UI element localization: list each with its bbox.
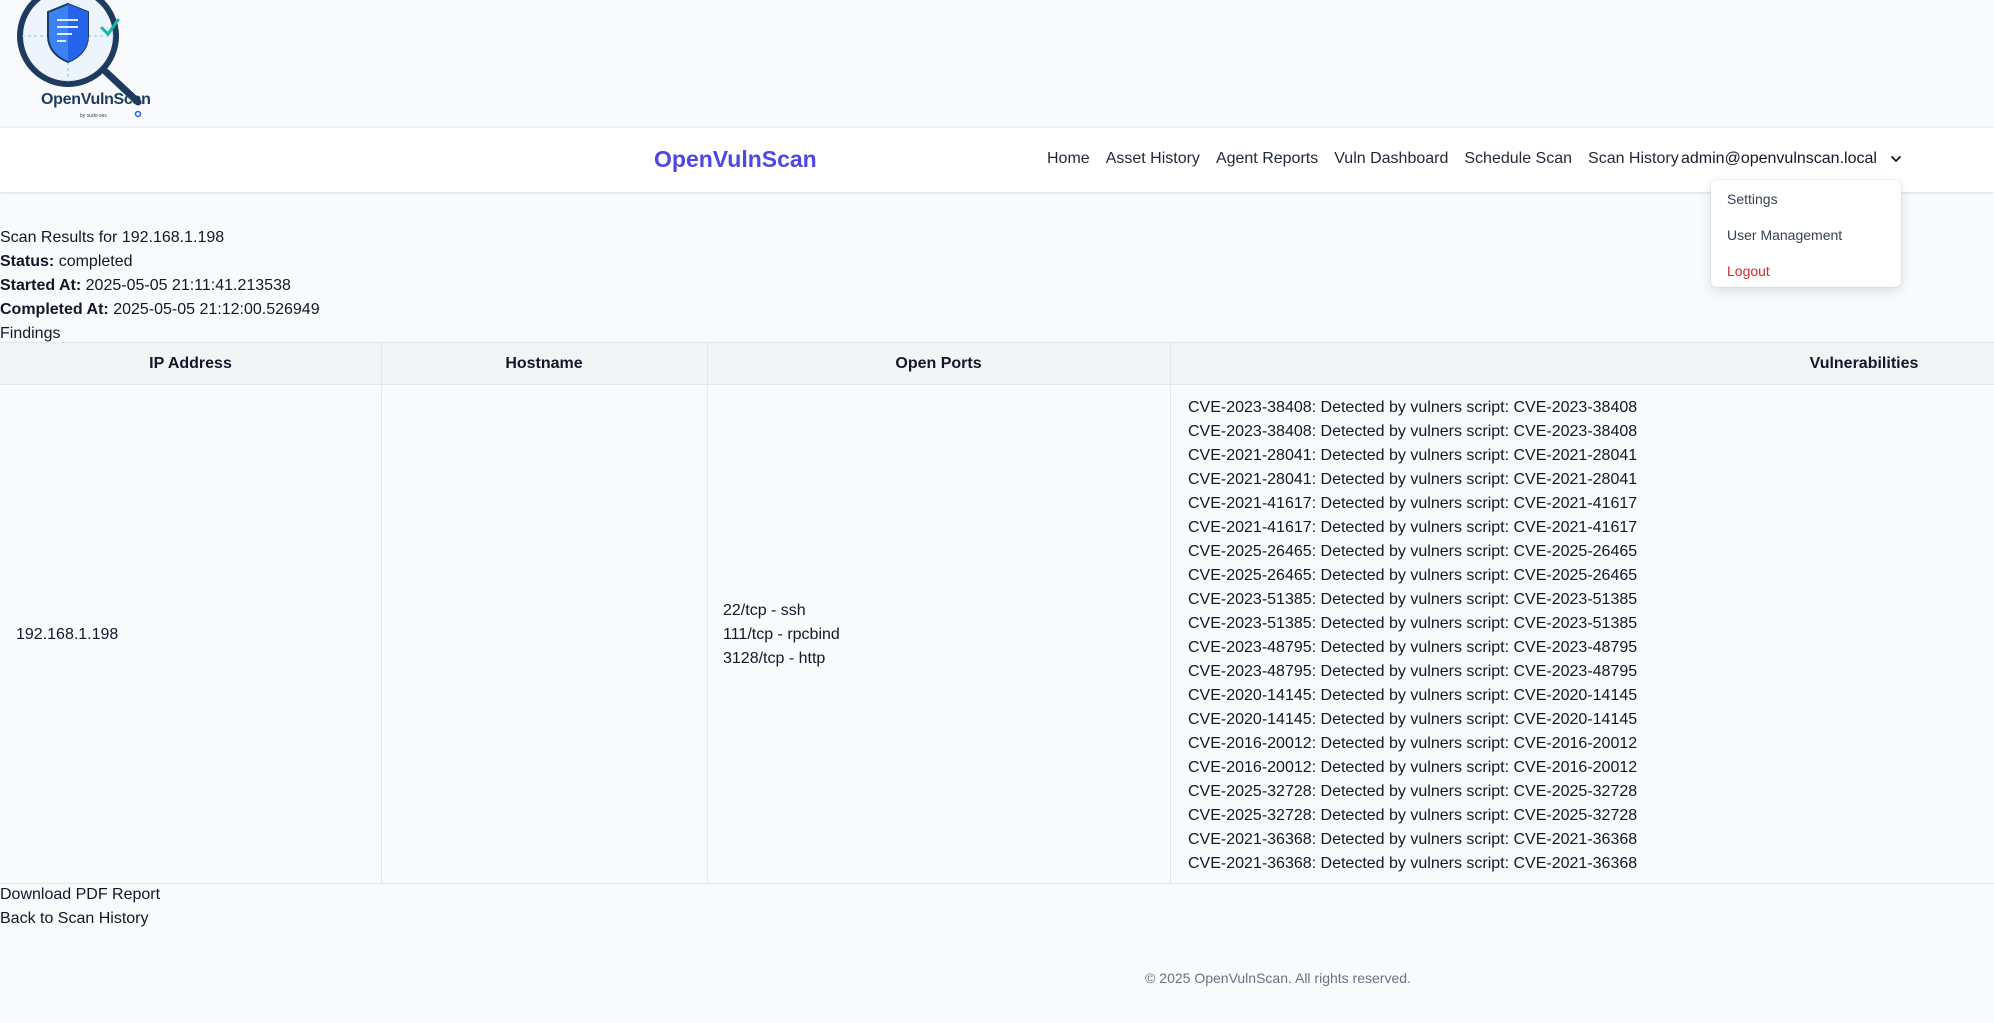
vulnerability-item: CVE-2025-32728: Detected by vulners scri… (1188, 807, 1638, 824)
scan-details: Scan Results for 192.168.1.198 Status: c… (0, 226, 320, 346)
vulnerability-item: CVE-2020-14145: Detected by vulners scri… (1188, 687, 1638, 704)
status-label: Status: (0, 253, 55, 270)
back-to-scan-history-link[interactable]: Back to Scan History (0, 907, 160, 931)
chevron-down-icon (1891, 156, 1901, 162)
column-header-hostname: Hostname (505, 355, 583, 372)
scan-status: Status: completed (0, 250, 320, 274)
vulnerability-item: CVE-2023-48795: Detected by vulners scri… (1188, 663, 1638, 680)
cell-ports: 22/tcp - ssh 111/tcp - rpcbind 3128/tcp … (723, 599, 840, 671)
vulnerability-item: CVE-2023-48795: Detected by vulners scri… (1188, 639, 1638, 656)
dropdown-item-settings[interactable]: Settings (1727, 191, 1778, 207)
status-value: completed (58, 253, 133, 270)
user-menu-button[interactable]: admin@openvulnscan.local (1681, 150, 1903, 168)
nav-link-schedule-scan[interactable]: Schedule Scan (1464, 150, 1572, 168)
logo-name: OpenVulnScan (41, 91, 151, 108)
vulnerability-item: CVE-2023-38408: Detected by vulners scri… (1188, 423, 1638, 440)
vulnerability-item: CVE-2025-26465: Detected by vulners scri… (1188, 543, 1638, 560)
vulnerability-item: CVE-2016-20012: Detected by vulners scri… (1188, 759, 1638, 776)
vulnerability-item: CVE-2023-38408: Detected by vulners scri… (1188, 399, 1638, 416)
vulnerability-item: CVE-2025-32728: Detected by vulners scri… (1188, 783, 1638, 800)
action-links: Download PDF Report Back to Scan History (0, 883, 160, 931)
user-email: admin@openvulnscan.local (1681, 150, 1877, 167)
vulnerability-item: CVE-2021-28041: Detected by vulners scri… (1188, 447, 1638, 464)
download-pdf-link[interactable]: Download PDF Report (0, 883, 160, 907)
vulnerability-item: CVE-2023-51385: Detected by vulners scri… (1188, 591, 1638, 608)
completed-label: Completed At: (0, 301, 109, 318)
vulnerability-item: CVE-2021-36368: Detected by vulners scri… (1188, 855, 1638, 872)
started-value: 2025-05-05 21:11:41.213538 (85, 277, 291, 294)
nav-link-vuln-dashboard[interactable]: Vuln Dashboard (1334, 150, 1448, 168)
app-logo: OpenVulnScan by sudo-sec (14, 0, 154, 122)
nav-link-asset-history[interactable]: Asset History (1106, 150, 1200, 168)
nav-link-agent-reports[interactable]: Agent Reports (1216, 150, 1318, 168)
port-item: 111/tcp - rpcbind (723, 626, 840, 643)
scan-title: Scan Results for 192.168.1.198 (0, 229, 225, 246)
started-label: Started At: (0, 277, 82, 294)
column-header-ip: IP Address (149, 355, 232, 372)
dropdown-item-logout[interactable]: Logout (1727, 263, 1770, 279)
port-item: 22/tcp - ssh (723, 602, 806, 619)
cell-ip: 192.168.1.198 (16, 626, 119, 643)
findings-table: IP Address Hostname Open Ports Vulnerabi… (0, 342, 1994, 884)
cell-vulnerabilities: CVE-2023-38408: Detected by vulners scri… (1188, 396, 1637, 876)
column-header-vulnerabilities: Vulnerabilities (1809, 355, 1919, 372)
vulnerability-item: CVE-2016-20012: Detected by vulners scri… (1188, 735, 1638, 752)
dropdown-item-user-management[interactable]: User Management (1727, 227, 1842, 243)
scan-completed: Completed At: 2025-05-05 21:12:00.526949 (0, 298, 320, 322)
vulnerability-item: CVE-2021-41617: Detected by vulners scri… (1188, 519, 1638, 536)
nav-link-scan-history[interactable]: Scan History (1588, 150, 1679, 168)
vulnerability-item: CVE-2025-26465: Detected by vulners scri… (1188, 567, 1638, 584)
column-divider (1170, 343, 1171, 883)
vulnerability-item: CVE-2020-14145: Detected by vulners scri… (1188, 711, 1638, 728)
vulnerability-item: CVE-2023-51385: Detected by vulners scri… (1188, 615, 1638, 632)
user-dropdown-menu: Settings User Management Logout (1711, 180, 1901, 287)
column-divider (381, 343, 382, 883)
column-divider (707, 343, 708, 883)
column-header-ports: Open Ports (895, 355, 982, 372)
table-header: IP Address Hostname Open Ports Vulnerabi… (0, 343, 1994, 385)
scan-started: Started At: 2025-05-05 21:11:41.213538 (0, 274, 320, 298)
brand-title[interactable]: OpenVulnScan (654, 146, 817, 173)
top-navbar: OpenVulnScan Home Asset History Agent Re… (0, 127, 1994, 192)
vulnerability-item: CVE-2021-41617: Detected by vulners scri… (1188, 495, 1638, 512)
nav-links: Home Asset History Agent Reports Vuln Da… (1047, 150, 1695, 168)
port-item: 3128/tcp - http (723, 650, 826, 667)
nav-link-home[interactable]: Home (1047, 150, 1090, 168)
vulnerability-item: CVE-2021-36368: Detected by vulners scri… (1188, 831, 1638, 848)
logo-tagline: by sudo-sec (80, 113, 107, 119)
vulnerability-item: CVE-2021-28041: Detected by vulners scri… (1188, 471, 1638, 488)
footer-copyright: © 2025 OpenVulnScan. All rights reserved… (1145, 970, 1411, 986)
completed-value: 2025-05-05 21:12:00.526949 (113, 301, 320, 318)
